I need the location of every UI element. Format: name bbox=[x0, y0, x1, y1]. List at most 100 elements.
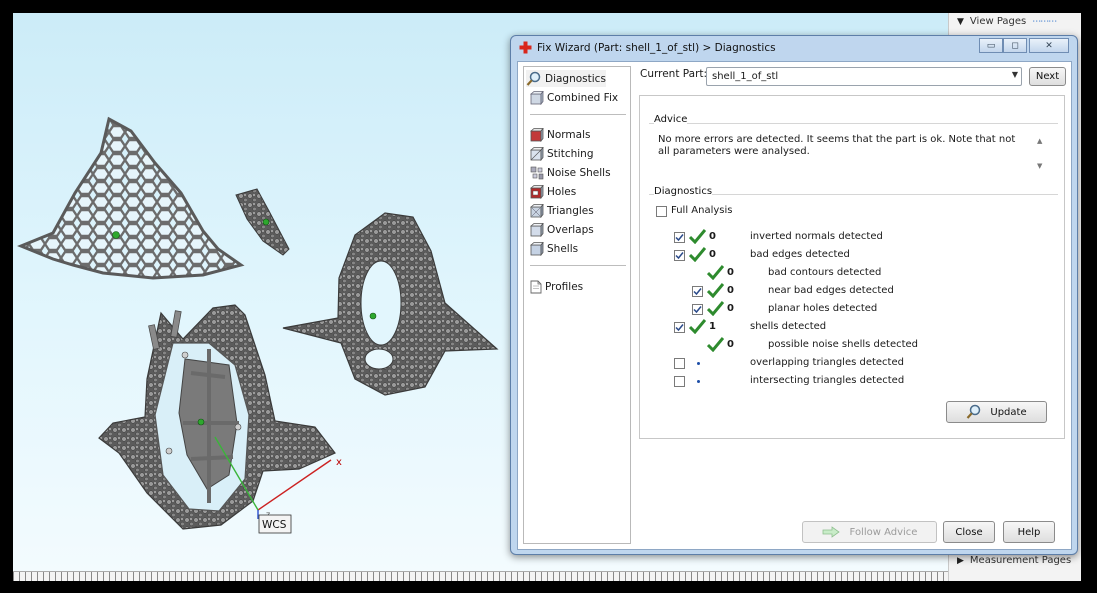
maximize-button[interactable]: ◻ bbox=[1003, 38, 1027, 53]
dialog-title: Fix Wizard (Part: shell_1_of_stl) > Diag… bbox=[537, 42, 776, 54]
current-part-value: shell_1_of_stl bbox=[712, 71, 779, 82]
stitching-cube-icon bbox=[530, 146, 544, 161]
normals-cube-icon bbox=[530, 127, 544, 142]
next-button[interactable]: Next bbox=[1029, 67, 1066, 86]
nav-label: Triangles bbox=[547, 204, 594, 217]
window-close-button[interactable]: ✕ bbox=[1029, 38, 1069, 53]
nav-item-combined-fix[interactable]: Combined Fix bbox=[530, 89, 618, 106]
triangles-cube-icon bbox=[530, 203, 544, 218]
nav-item-noise-shells[interactable]: Noise Shells bbox=[530, 164, 611, 181]
diagnostics-title: Diagnostics bbox=[654, 186, 713, 197]
checkmark-icon bbox=[693, 306, 702, 314]
pending-dot-icon bbox=[697, 380, 700, 383]
full-analysis-label: Full Analysis bbox=[671, 205, 733, 216]
shell-part-ring[interactable] bbox=[282, 212, 499, 396]
row-label: intersecting triangles detected bbox=[750, 375, 905, 386]
checkmark-icon bbox=[675, 324, 684, 332]
view-pages-label: View Pages bbox=[969, 16, 1027, 27]
combined-fix-icon bbox=[530, 90, 544, 105]
dialog-client-area: Diagnostics Combined Fix Normals Stitchi… bbox=[517, 61, 1072, 550]
dialog-title-bar[interactable]: Fix Wizard (Part: shell_1_of_stl) > Diag… bbox=[511, 36, 1077, 60]
magnifier-icon bbox=[967, 404, 981, 419]
nav-item-diagnostics[interactable]: Diagnostics bbox=[526, 70, 606, 87]
row-label: overlapping triangles detected bbox=[750, 357, 904, 368]
shell-part-frame[interactable] bbox=[98, 304, 336, 530]
row-label: shells detected bbox=[750, 321, 827, 332]
magnifier-icon bbox=[526, 71, 541, 86]
nav-separator bbox=[530, 265, 626, 266]
help-button[interactable]: Help bbox=[1003, 521, 1055, 543]
nav-item-overlaps[interactable]: Overlaps bbox=[530, 221, 594, 238]
shells-cube-icon bbox=[530, 241, 544, 256]
pending-dot-icon bbox=[697, 362, 700, 365]
shells-checkbox[interactable] bbox=[674, 322, 685, 333]
nav-label: Normals bbox=[547, 128, 591, 141]
nav-separator bbox=[530, 114, 626, 115]
row-label: planar holes detected bbox=[768, 303, 878, 314]
holes-cube-icon bbox=[530, 184, 544, 199]
nav-label: Overlaps bbox=[547, 223, 594, 236]
nav-label: Holes bbox=[547, 185, 577, 198]
green-check-icon bbox=[689, 229, 706, 244]
row-count: 1 bbox=[709, 321, 716, 332]
follow-advice-label: Follow Advice bbox=[849, 526, 918, 538]
nav-item-shells[interactable]: Shells bbox=[530, 240, 578, 257]
shell-part-fragment[interactable] bbox=[235, 188, 290, 256]
row-count: 0 bbox=[709, 231, 716, 242]
advice-group-border bbox=[649, 123, 1058, 124]
current-part-dropdown[interactable]: shell_1_of_stl ▼ bbox=[706, 67, 1022, 86]
nav-label: Combined Fix bbox=[547, 91, 619, 104]
inverted-normals-checkbox[interactable] bbox=[674, 232, 685, 243]
follow-advice-button[interactable]: Follow Advice bbox=[802, 521, 937, 543]
row-count: 0 bbox=[727, 303, 734, 314]
intersecting-triangles-checkbox[interactable] bbox=[674, 376, 685, 387]
nav-item-stitching[interactable]: Stitching bbox=[530, 145, 593, 162]
noise-shells-icon bbox=[530, 166, 544, 179]
green-check-icon bbox=[707, 283, 724, 298]
nav-item-normals[interactable]: Normals bbox=[530, 126, 590, 143]
row-count: 0 bbox=[727, 285, 734, 296]
minimize-button[interactable]: ▭ bbox=[979, 38, 1003, 53]
nav-label: Profiles bbox=[545, 280, 584, 293]
update-label: Update bbox=[990, 406, 1027, 418]
full-analysis-checkbox[interactable] bbox=[656, 206, 667, 217]
planar-holes-checkbox[interactable] bbox=[692, 304, 703, 315]
checkmark-icon bbox=[675, 234, 684, 242]
axis-x-label: x bbox=[336, 457, 342, 468]
bad-edges-checkbox[interactable] bbox=[674, 250, 685, 261]
row-count: 0 bbox=[709, 249, 716, 260]
nav-item-triangles[interactable]: Triangles bbox=[530, 202, 594, 219]
scroll-down-icon[interactable]: ▼ bbox=[1037, 162, 1042, 170]
checkmark-icon bbox=[675, 252, 684, 260]
nav-item-profiles[interactable]: Profiles bbox=[530, 278, 583, 295]
chevron-down-icon: ▼ bbox=[1011, 70, 1018, 79]
current-part-label: Current Part: bbox=[640, 68, 708, 80]
row-count: 0 bbox=[727, 339, 734, 350]
measurement-pages-header[interactable]: ▶ Measurement Pages bbox=[957, 555, 1071, 566]
overlapping-triangles-checkbox[interactable] bbox=[674, 358, 685, 369]
view-pages-header[interactable]: ▼ View Pages ⋯⋯⋯ bbox=[957, 16, 1057, 27]
grip-dots-icon: ⋯⋯⋯ bbox=[1032, 16, 1057, 27]
nav-item-holes[interactable]: Holes bbox=[530, 183, 576, 200]
arrow-right-icon bbox=[822, 526, 840, 538]
row-label: bad edges detected bbox=[750, 249, 850, 260]
overlaps-cube-icon bbox=[530, 222, 544, 237]
collapse-arrow-icon[interactable]: ▼ bbox=[957, 17, 964, 27]
expand-arrow-icon[interactable]: ▶ bbox=[957, 556, 964, 566]
close-button[interactable]: Close bbox=[943, 521, 995, 543]
scroll-up-icon[interactable]: ▲ bbox=[1037, 137, 1042, 145]
green-check-icon bbox=[707, 337, 724, 352]
near-bad-edges-checkbox[interactable] bbox=[692, 286, 703, 297]
green-check-icon bbox=[689, 247, 706, 262]
nav-label: Shells bbox=[547, 242, 579, 255]
wizard-navigation: Diagnostics Combined Fix Normals Stitchi… bbox=[523, 66, 631, 544]
nav-label: Stitching bbox=[547, 147, 594, 160]
fix-wizard-dialog: Fix Wizard (Part: shell_1_of_stl) > Diag… bbox=[510, 35, 1078, 555]
advice-title: Advice bbox=[654, 114, 688, 125]
red-cross-icon bbox=[519, 41, 532, 54]
row-label: near bad edges detected bbox=[768, 285, 894, 296]
row-label: inverted normals detected bbox=[750, 231, 883, 242]
update-button[interactable]: Update bbox=[946, 401, 1047, 423]
row-label: bad contours detected bbox=[768, 267, 882, 278]
shell-part-honeycomb[interactable] bbox=[17, 116, 245, 280]
